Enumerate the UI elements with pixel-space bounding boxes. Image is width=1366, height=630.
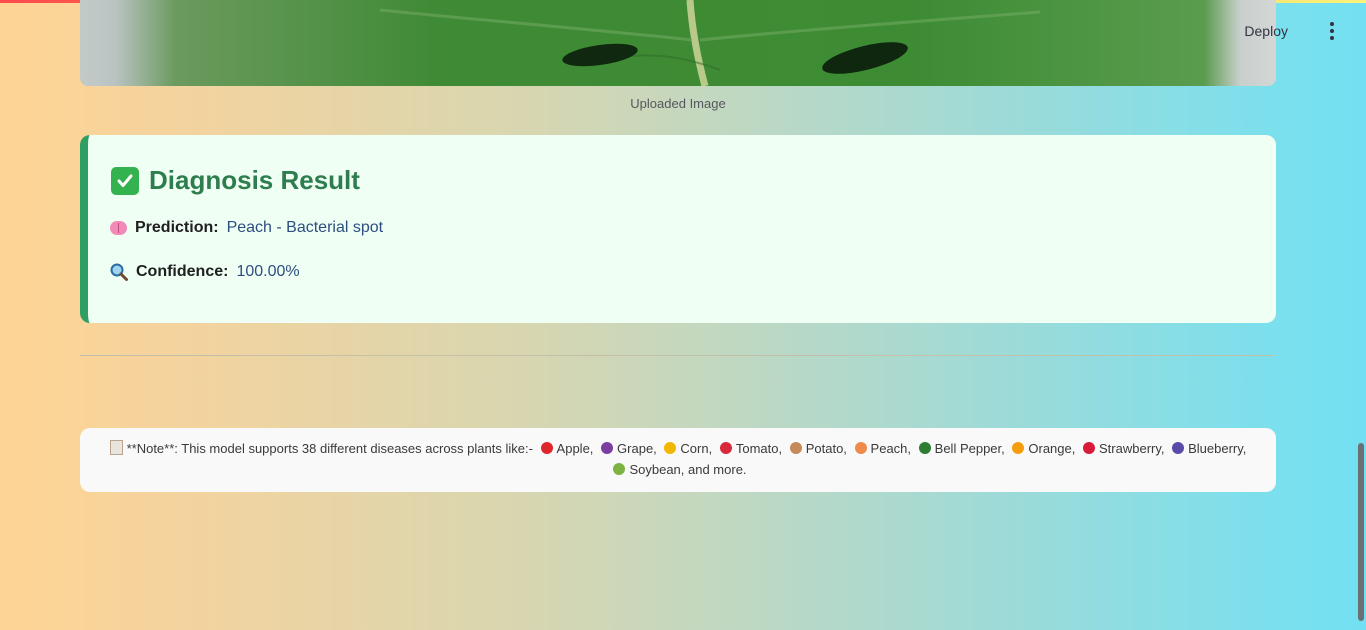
corn-icon <box>664 442 677 454</box>
prediction-label: Prediction: <box>135 219 219 236</box>
plant-name: Bell Pepper, <box>934 441 1005 456</box>
soybean-icon <box>613 463 626 475</box>
grape-icon <box>601 442 614 454</box>
plant-name: Soybean, and more. <box>629 462 747 477</box>
section-divider <box>80 355 1276 356</box>
potato-icon <box>789 442 802 454</box>
plant-name: Corn, <box>680 441 713 456</box>
prediction-line: Prediction: Peach - Bacterial spot <box>110 219 383 237</box>
result-title-text: Diagnosis Result <box>149 165 360 195</box>
peach-icon <box>854 442 867 454</box>
plant-name: Grape, <box>617 441 657 456</box>
plant-name: Blueberry, <box>1188 441 1247 456</box>
bell-pepper-icon <box>918 442 931 454</box>
supported-plants-note: **Note**: This model supports 38 differe… <box>80 428 1276 492</box>
plant-name: Potato, <box>805 441 847 456</box>
deploy-button[interactable]: Deploy <box>1240 23 1292 39</box>
magnifying-glass-icon <box>110 263 128 281</box>
note-prefix: **Note**: This model supports 38 differe… <box>126 441 533 456</box>
brain-icon <box>110 221 127 235</box>
orange-icon <box>1012 442 1025 454</box>
check-mark-icon <box>111 166 139 195</box>
scrollbar[interactable] <box>1356 0 1366 630</box>
result-heading: Diagnosis Result <box>111 165 360 196</box>
plant-name: Tomato, <box>735 441 783 456</box>
plant-name: Apple, <box>556 441 594 456</box>
plant-name: Orange, <box>1028 441 1076 456</box>
tomato-icon <box>719 442 732 454</box>
more-vertical-icon[interactable] <box>1324 21 1340 41</box>
strawberry-icon <box>1083 442 1095 454</box>
diagnosis-result-card: Diagnosis Result Prediction: Peach - Bac… <box>80 135 1276 323</box>
app-header: Deploy <box>0 3 1366 59</box>
confidence-label: Confidence: <box>136 263 229 280</box>
apple-icon <box>540 442 553 454</box>
plant-name: Peach, <box>870 441 912 456</box>
plant-name: Strawberry, <box>1099 441 1165 456</box>
confidence-line: Confidence: 100.00% <box>110 263 300 281</box>
plant-list: Apple, Grape, Corn, Tomato, Potato, Peac… <box>533 441 1247 477</box>
confidence-value: 100.00% <box>236 263 300 280</box>
prediction-value: Peach - Bacterial spot <box>226 219 384 236</box>
scrollbar-thumb[interactable] <box>1358 443 1364 621</box>
memo-icon <box>109 440 123 455</box>
image-caption: Uploaded Image <box>630 96 726 111</box>
blueberry-icon <box>1172 442 1185 454</box>
